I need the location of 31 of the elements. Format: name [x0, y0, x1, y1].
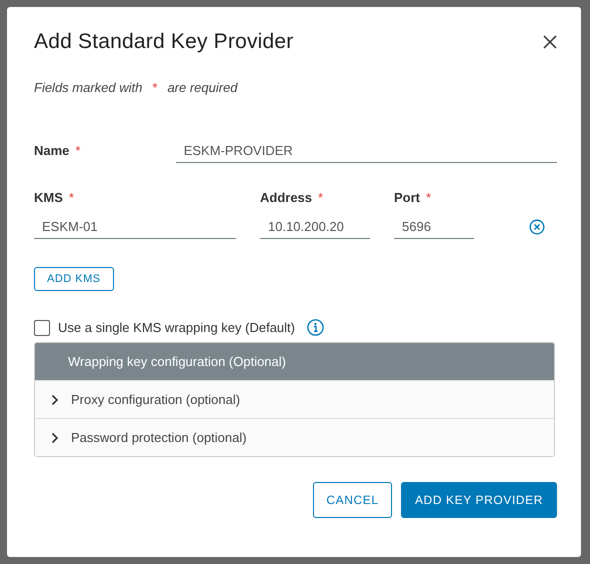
add-key-provider-button[interactable]: ADD KEY PROVIDER [401, 482, 557, 518]
dialog-title: Add Standard Key Provider [34, 30, 294, 54]
name-field[interactable]: ESKM-PROVIDER [176, 139, 557, 163]
field-label: KMS [34, 190, 63, 205]
note-text: are required [167, 80, 238, 95]
checkbox-label: Use a single KMS wrapping key (Default) [58, 320, 295, 335]
panel-title: Password protection (optional) [71, 430, 247, 445]
chevron-icon [51, 432, 59, 444]
cancel-button[interactable]: CANCEL [313, 482, 392, 518]
input-field[interactable]: 10.10.200.20 [260, 215, 370, 239]
remove-icon[interactable] [529, 219, 545, 235]
required-mark: * [152, 80, 158, 95]
field-label: Address [260, 190, 312, 205]
accordion-panel[interactable]: Proxy configuration (optional) [35, 380, 554, 418]
required-mark: * [426, 190, 432, 205]
input-field[interactable]: ESKM-01 [34, 215, 236, 239]
field-label: Name [34, 143, 70, 158]
accordion-panel[interactable]: Password protection (optional) [35, 418, 554, 456]
required-mark: * [318, 190, 324, 205]
panel-title: Wrapping key configuration (Optional) [68, 354, 286, 369]
close-icon[interactable] [543, 35, 557, 49]
panel-title: Proxy configuration (optional) [71, 392, 240, 407]
add-kms-button[interactable]: ADD KMS [34, 267, 114, 291]
chevron-icon [51, 394, 59, 406]
info-icon[interactable] [307, 319, 324, 336]
note-text: Fields marked with [34, 80, 142, 95]
required-mark: * [75, 143, 80, 158]
input-field[interactable]: 5696 [394, 215, 474, 239]
field-label: Port [394, 190, 420, 205]
required-mark: * [68, 190, 74, 205]
checkbox[interactable] [34, 320, 50, 336]
